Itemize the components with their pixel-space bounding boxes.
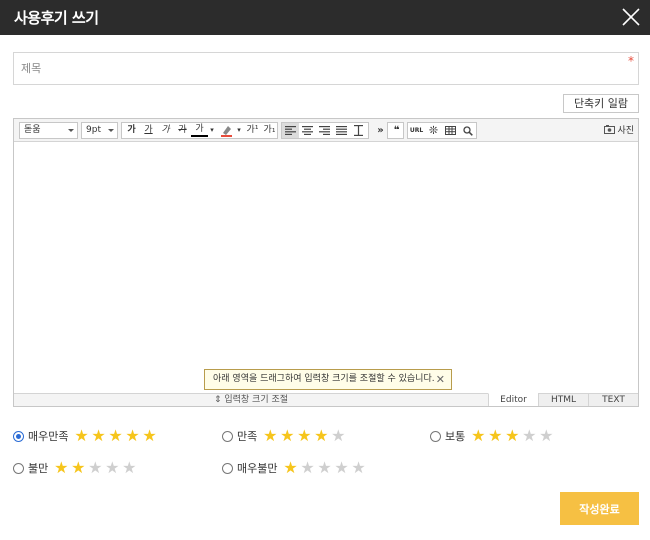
star-empty-icon: ★ (105, 458, 120, 477)
star-filled-icon: ★ (471, 426, 486, 445)
insert-group: URL ❊ (407, 122, 477, 139)
table-icon[interactable] (442, 123, 459, 138)
star-filled-icon: ★ (488, 426, 503, 445)
star-filled-icon: ★ (54, 458, 69, 477)
align-right-icon[interactable] (316, 123, 333, 138)
rich-text-editor: 돋움 9pt 가 가 가 가 가 ▾ ▾ 가¹ 가₁ » ❝ URL ❊ 사진 … (13, 118, 639, 407)
align-center-icon[interactable] (299, 123, 316, 138)
strikethrough-button[interactable]: 가 (174, 123, 191, 138)
chevron-down-icon[interactable]: ▾ (235, 123, 243, 138)
editor-content-area[interactable] (14, 143, 638, 393)
resize-tooltip: 아래 영역을 드래그하여 입력창 크기를 조절할 수 있습니다. ✕ (204, 369, 452, 390)
rating-stars: ★ ★ ★ ★ ★ (262, 428, 347, 444)
star-filled-icon: ★ (91, 426, 106, 445)
tab-html[interactable]: HTML (538, 393, 588, 406)
bg-color-icon[interactable] (218, 123, 235, 138)
subscript-button[interactable]: 가₁ (261, 123, 278, 138)
star-filled-icon: ★ (108, 426, 123, 445)
tooltip-text: 아래 영역을 드래그하여 입력창 크기를 조절할 수 있습니다. (213, 374, 435, 384)
star-empty-icon: ★ (300, 458, 315, 477)
rating-label: 매우만족 (28, 430, 69, 443)
star-filled-icon: ★ (125, 426, 140, 445)
chevron-down-icon[interactable]: ▾ (208, 123, 216, 138)
rating-stars: ★ ★ ★ ★ ★ (73, 428, 158, 444)
tab-editor[interactable]: Editor (488, 393, 538, 406)
star-filled-icon: ★ (263, 426, 278, 445)
tab-text[interactable]: TEXT (588, 393, 638, 406)
star-empty-icon: ★ (539, 426, 554, 445)
rating-radio[interactable] (13, 462, 24, 474)
rating-stars: ★ ★ ★ ★ ★ (53, 460, 138, 476)
chevron-down-icon (108, 129, 114, 132)
photo-icon (603, 125, 615, 134)
rating-label: 보통 (445, 430, 466, 443)
subject-input[interactable] (14, 53, 638, 84)
rating-label: 매우불만 (237, 462, 278, 475)
url-icon[interactable]: URL (408, 123, 425, 138)
star-filled-icon: ★ (505, 426, 520, 445)
submit-button[interactable]: 작성완료 (560, 492, 639, 525)
star-filled-icon: ★ (71, 458, 86, 477)
star-empty-icon: ★ (351, 458, 366, 477)
align-justify-icon[interactable] (333, 123, 350, 138)
rating-label: 만족 (237, 430, 258, 443)
editor-toolbar: 돋움 9pt 가 가 가 가 가 ▾ ▾ 가¹ 가₁ » ❝ URL ❊ 사진 (14, 119, 638, 142)
star-filled-icon: ★ (280, 426, 295, 445)
special-char-icon[interactable]: ❊ (425, 123, 442, 138)
rating-option-very-dissatisfied[interactable]: 매우불만 ★ ★ ★ ★ ★ (222, 459, 367, 477)
star-empty-icon: ★ (122, 458, 137, 477)
close-icon[interactable] (618, 4, 644, 30)
star-empty-icon: ★ (334, 458, 349, 477)
rating-radio[interactable] (430, 430, 441, 442)
font-size-select[interactable]: 9pt (81, 122, 118, 139)
align-left-icon[interactable] (282, 123, 299, 138)
rating-option-average[interactable]: 보통 ★ ★ ★ ★ ★ (430, 427, 555, 445)
format-group: 가 가 가 가 가 ▾ ▾ 가¹ 가₁ (121, 122, 278, 139)
underline-button[interactable]: 가 (140, 123, 157, 138)
star-filled-icon: ★ (142, 426, 157, 445)
star-filled-icon: ★ (74, 426, 89, 445)
star-filled-icon: ★ (283, 458, 298, 477)
star-filled-icon: ★ (314, 426, 329, 445)
resize-handle[interactable]: ⇕ 입력창 크기 조절 (14, 393, 488, 406)
rating-stars: ★ ★ ★ ★ ★ (282, 460, 367, 476)
rating-option-dissatisfied[interactable]: 불만 ★ ★ ★ ★ ★ (13, 459, 138, 477)
chevron-down-icon (68, 129, 74, 132)
star-empty-icon: ★ (331, 426, 346, 445)
rating-radio[interactable] (222, 462, 233, 474)
shortcut-list-button[interactable]: 단축키 일람 (563, 94, 639, 113)
font-color-button[interactable]: 가 (191, 123, 208, 137)
rating-label: 불만 (28, 462, 49, 475)
star-filled-icon: ★ (297, 426, 312, 445)
italic-button[interactable]: 가 (157, 123, 174, 138)
required-mark: * (628, 54, 634, 68)
quote-group: ❝ (387, 122, 404, 139)
rating-option-satisfied[interactable]: 만족 ★ ★ ★ ★ ★ (222, 427, 347, 445)
line-height-icon[interactable] (350, 123, 367, 138)
star-empty-icon: ★ (522, 426, 537, 445)
dialog-title: 사용후기 쓰기 (14, 9, 99, 27)
align-group (281, 122, 369, 139)
bold-button[interactable]: 가 (123, 123, 140, 138)
star-empty-icon: ★ (317, 458, 332, 477)
star-empty-icon: ★ (88, 458, 103, 477)
rating-radio[interactable] (222, 430, 233, 442)
font-family-select[interactable]: 돋움 (19, 122, 78, 139)
rating-stars: ★ ★ ★ ★ ★ (470, 428, 555, 444)
rating-radio[interactable] (13, 430, 24, 442)
subject-field: * (13, 52, 639, 85)
close-icon[interactable]: ✕ (436, 370, 445, 389)
photo-button[interactable]: 사진 (603, 123, 634, 136)
search-icon[interactable] (459, 123, 476, 138)
quote-icon[interactable]: ❝ (388, 123, 405, 138)
rating-option-very-satisfied[interactable]: 매우만족 ★ ★ ★ ★ ★ (13, 427, 158, 445)
dialog-header: 사용후기 쓰기 (0, 0, 650, 35)
superscript-button[interactable]: 가¹ (244, 123, 261, 138)
